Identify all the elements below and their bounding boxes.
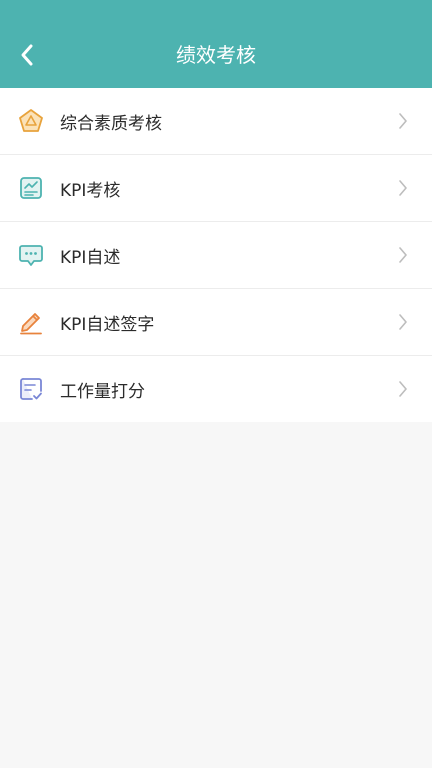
menu-item-label: KPI考核 (60, 180, 121, 201)
checklist-icon (18, 376, 44, 402)
chart-board-icon (18, 175, 44, 201)
menu-item-kpi-assessment[interactable]: KPI考核 (0, 155, 432, 222)
menu-item-kpi-self-statement-sign[interactable]: KPI自述签字 (0, 289, 432, 356)
chevron-right-icon (396, 111, 410, 131)
menu-list: 综合素质考核 KPI考核 KPI自述 KPI自述签字 工作量打分 (0, 88, 432, 422)
pen-sign-icon (18, 309, 44, 335)
top-bar: 绩效考核 (0, 0, 432, 88)
page-title: 绩效考核 (176, 43, 256, 67)
pentagon-badge-icon (18, 108, 44, 134)
menu-item-comprehensive-quality[interactable]: 综合素质考核 (0, 88, 432, 155)
menu-item-workload-score[interactable]: 工作量打分 (0, 356, 432, 422)
chevron-right-icon (396, 245, 410, 265)
chevron-right-icon (396, 178, 410, 198)
menu-item-label: KPI自述签字 (60, 314, 155, 335)
chevron-right-icon (396, 312, 410, 332)
chat-bubble-icon (18, 242, 44, 268)
menu-item-kpi-self-statement[interactable]: KPI自述 (0, 222, 432, 289)
menu-item-label: 综合素质考核 (60, 113, 162, 134)
menu-item-label: 工作量打分 (60, 381, 145, 402)
chevron-right-icon (396, 379, 410, 399)
menu-item-label: KPI自述 (60, 247, 121, 268)
